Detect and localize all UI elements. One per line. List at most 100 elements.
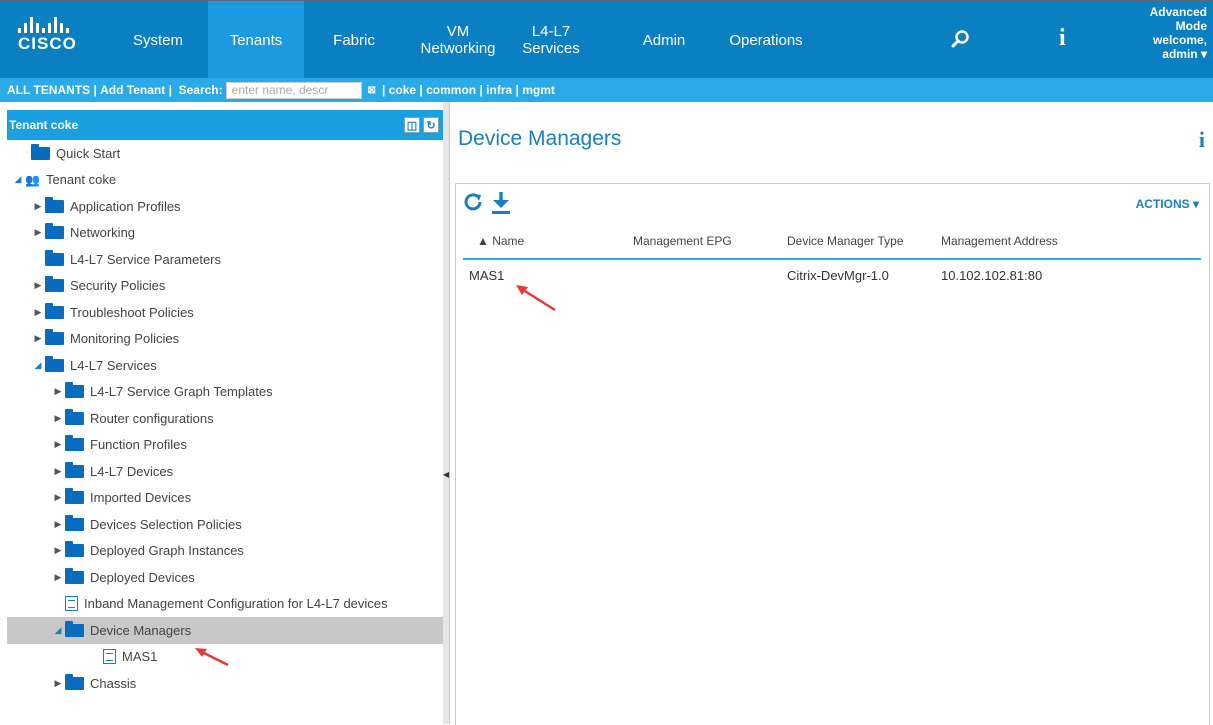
tree-item[interactable]: ▶ Deployed Devices bbox=[7, 564, 443, 591]
column-header-management-epg[interactable]: Management EPG bbox=[627, 224, 781, 260]
clear-search-icon[interactable]: ⊠ bbox=[368, 85, 376, 96]
tree-item[interactable]: ▶ L4-L7 Devices bbox=[7, 458, 443, 485]
collapsed-caret-icon[interactable]: ▶ bbox=[51, 678, 65, 689]
nav-tab-system[interactable]: System bbox=[116, 1, 200, 79]
info-icon[interactable]: i bbox=[1059, 25, 1066, 52]
tenant-users-icon: 👥 bbox=[25, 172, 40, 187]
collapsed-caret-icon[interactable]: ▶ bbox=[51, 545, 65, 556]
expanded-caret-icon[interactable]: ◢ bbox=[51, 625, 65, 636]
tree-item-label: Security Policies bbox=[70, 278, 166, 294]
collapsed-caret-icon[interactable]: ▶ bbox=[51, 492, 65, 503]
tree-item[interactable]: ▶ Networking bbox=[7, 220, 443, 247]
tree-item[interactable]: ▶ L4-L7 Service Graph Templates bbox=[7, 379, 443, 406]
pane-splitter[interactable] bbox=[443, 102, 450, 724]
nav-tab-admin[interactable]: Admin bbox=[622, 1, 706, 79]
cell-device-manager-type: Citrix-DevMgr-1.0 bbox=[787, 267, 889, 283]
separator: | bbox=[512, 83, 523, 97]
collapsed-caret-icon[interactable]: ▶ bbox=[51, 466, 65, 477]
navigation-tree: Quick Start ◢ 👥 Tenant coke ▶ Application Pro… bbox=[7, 140, 443, 697]
mode-line-4: admin ▾ bbox=[1162, 47, 1207, 61]
tree-item[interactable]: ▶ Deployed Graph Instances bbox=[7, 538, 443, 565]
folder-icon bbox=[31, 143, 50, 160]
tree-item-label: L4-L7 Services bbox=[70, 357, 157, 373]
folder-icon bbox=[65, 488, 84, 505]
expanded-caret-icon[interactable]: ◢ bbox=[31, 360, 45, 371]
collapsed-caret-icon[interactable]: ▶ bbox=[31, 333, 45, 344]
user-mode-menu[interactable]: Advanced Mode welcome, admin ▾ bbox=[1150, 5, 1207, 61]
collapse-pane-icon[interactable]: ◀ bbox=[443, 470, 449, 479]
collapsed-caret-icon[interactable]: ▶ bbox=[31, 201, 45, 212]
folder-icon bbox=[45, 223, 64, 240]
column-header-device-manager-type[interactable]: Device Manager Type bbox=[781, 224, 935, 260]
expanded-caret-icon[interactable]: ◢ bbox=[11, 174, 25, 185]
all-tenants-link[interactable]: ALL TENANTS bbox=[7, 83, 90, 97]
top-nav-bar: CISCO System Tenants Fabric VM Networkin… bbox=[0, 0, 1213, 79]
document-icon bbox=[65, 596, 78, 612]
refresh-tree-icon[interactable]: ↻ bbox=[423, 117, 439, 133]
tenant-link-common[interactable]: common bbox=[426, 83, 476, 97]
tree-item-label: Networking bbox=[70, 225, 136, 241]
folder-icon bbox=[45, 355, 64, 372]
navigation-pane-header: Tenant coke ◫ ↻ bbox=[7, 110, 443, 140]
mode-line-3: welcome, bbox=[1152, 33, 1207, 47]
folder-icon bbox=[65, 541, 84, 558]
tree-item[interactable]: Quick Start bbox=[7, 140, 443, 167]
page-title: Device Managers bbox=[458, 127, 622, 150]
tree-item[interactable]: ▶ Imported Devices bbox=[7, 485, 443, 512]
tree-item[interactable]: ▶ Application Profiles bbox=[7, 193, 443, 220]
table-row[interactable]: MAS1 Citrix-DevMgr-1.0 10.102.102.81:80 bbox=[463, 259, 1201, 290]
pane-layout-icon[interactable]: ◫ bbox=[404, 117, 420, 133]
download-icon[interactable] bbox=[490, 191, 512, 221]
tenant-sub-nav: ALL TENANTS | Add Tenant | Search: enter… bbox=[0, 78, 1213, 102]
separator: | bbox=[90, 83, 101, 97]
add-tenant-link[interactable]: Add Tenant bbox=[100, 83, 165, 97]
nav-tab-tenants[interactable]: Tenants bbox=[208, 1, 304, 79]
cisco-logo-text: CISCO bbox=[18, 34, 77, 53]
cisco-logo[interactable]: CISCO bbox=[18, 17, 78, 54]
collapsed-caret-icon[interactable]: ▶ bbox=[51, 572, 65, 583]
tenant-link-mgmt[interactable]: mgmt bbox=[522, 83, 555, 97]
refresh-icon[interactable] bbox=[462, 191, 484, 219]
tree-item-label: Router configurations bbox=[90, 410, 214, 426]
column-header-name[interactable]: ▲ Name bbox=[463, 224, 627, 260]
tree-item[interactable]: ▶ Devices Selection Policies bbox=[7, 511, 443, 538]
nav-tab-fabric[interactable]: Fabric bbox=[316, 1, 392, 79]
collapsed-caret-icon[interactable]: ▶ bbox=[51, 519, 65, 530]
separator: | bbox=[416, 83, 427, 97]
collapsed-caret-icon[interactable]: ▶ bbox=[51, 439, 65, 450]
collapsed-caret-icon[interactable]: ▶ bbox=[31, 227, 45, 238]
collapsed-caret-icon[interactable]: ▶ bbox=[51, 413, 65, 424]
tree-item-label: Quick Start bbox=[56, 145, 121, 161]
tree-item[interactable]: ▶ Function Profiles bbox=[7, 432, 443, 459]
nav-tab-vm-networking[interactable]: VM Networking bbox=[410, 1, 506, 79]
tree-item[interactable]: Inband Management Configuration for L4-L… bbox=[7, 591, 443, 618]
tenant-link-infra[interactable]: infra bbox=[486, 83, 512, 97]
folder-icon bbox=[65, 461, 84, 478]
tree-item-label: Deployed Graph Instances bbox=[90, 543, 244, 559]
collapsed-caret-icon[interactable]: ▶ bbox=[31, 280, 45, 291]
tree-item-label: Imported Devices bbox=[90, 490, 192, 506]
folder-icon bbox=[45, 302, 64, 319]
tree-item[interactable]: ▶ Troubleshoot Policies bbox=[7, 299, 443, 326]
tree-item[interactable]: ▶ Security Policies bbox=[7, 273, 443, 300]
page-info-icon[interactable]: i bbox=[1199, 127, 1205, 153]
tree-item[interactable]: L4-L7 Service Parameters bbox=[7, 246, 443, 273]
tree-item[interactable]: ◢ 👥 Tenant coke bbox=[7, 167, 443, 194]
collapsed-caret-icon[interactable]: ▶ bbox=[31, 307, 45, 318]
column-header-management-address[interactable]: Management Address bbox=[935, 224, 1201, 260]
actions-menu-button[interactable]: ACTIONS ▾ bbox=[1136, 197, 1199, 211]
tree-item[interactable]: ▶ Router configurations bbox=[7, 405, 443, 432]
tree-item[interactable]: ◢ Device Managers bbox=[7, 617, 443, 644]
cell-management-address: 10.102.102.81:80 bbox=[941, 267, 1043, 283]
collapsed-caret-icon[interactable]: ▶ bbox=[51, 386, 65, 397]
tree-item[interactable]: ◢ L4-L7 Services bbox=[7, 352, 443, 379]
nav-tab-operations[interactable]: Operations bbox=[712, 1, 820, 79]
tree-item[interactable]: ▶ Monitoring Policies bbox=[7, 326, 443, 353]
tenant-search-input[interactable]: enter name, descr bbox=[225, 81, 362, 99]
tree-item[interactable]: ▶ Chassis bbox=[7, 670, 443, 697]
nav-tab-l4l7-services[interactable]: L4-L7 Services bbox=[508, 1, 594, 79]
search-icon[interactable] bbox=[950, 29, 970, 52]
mode-line-1: Advanced bbox=[1149, 5, 1207, 19]
device-managers-panel: ACTIONS ▾ ▲ Name Management EPG Device M… bbox=[455, 183, 1210, 725]
tenant-link-coke[interactable]: coke bbox=[389, 83, 416, 97]
